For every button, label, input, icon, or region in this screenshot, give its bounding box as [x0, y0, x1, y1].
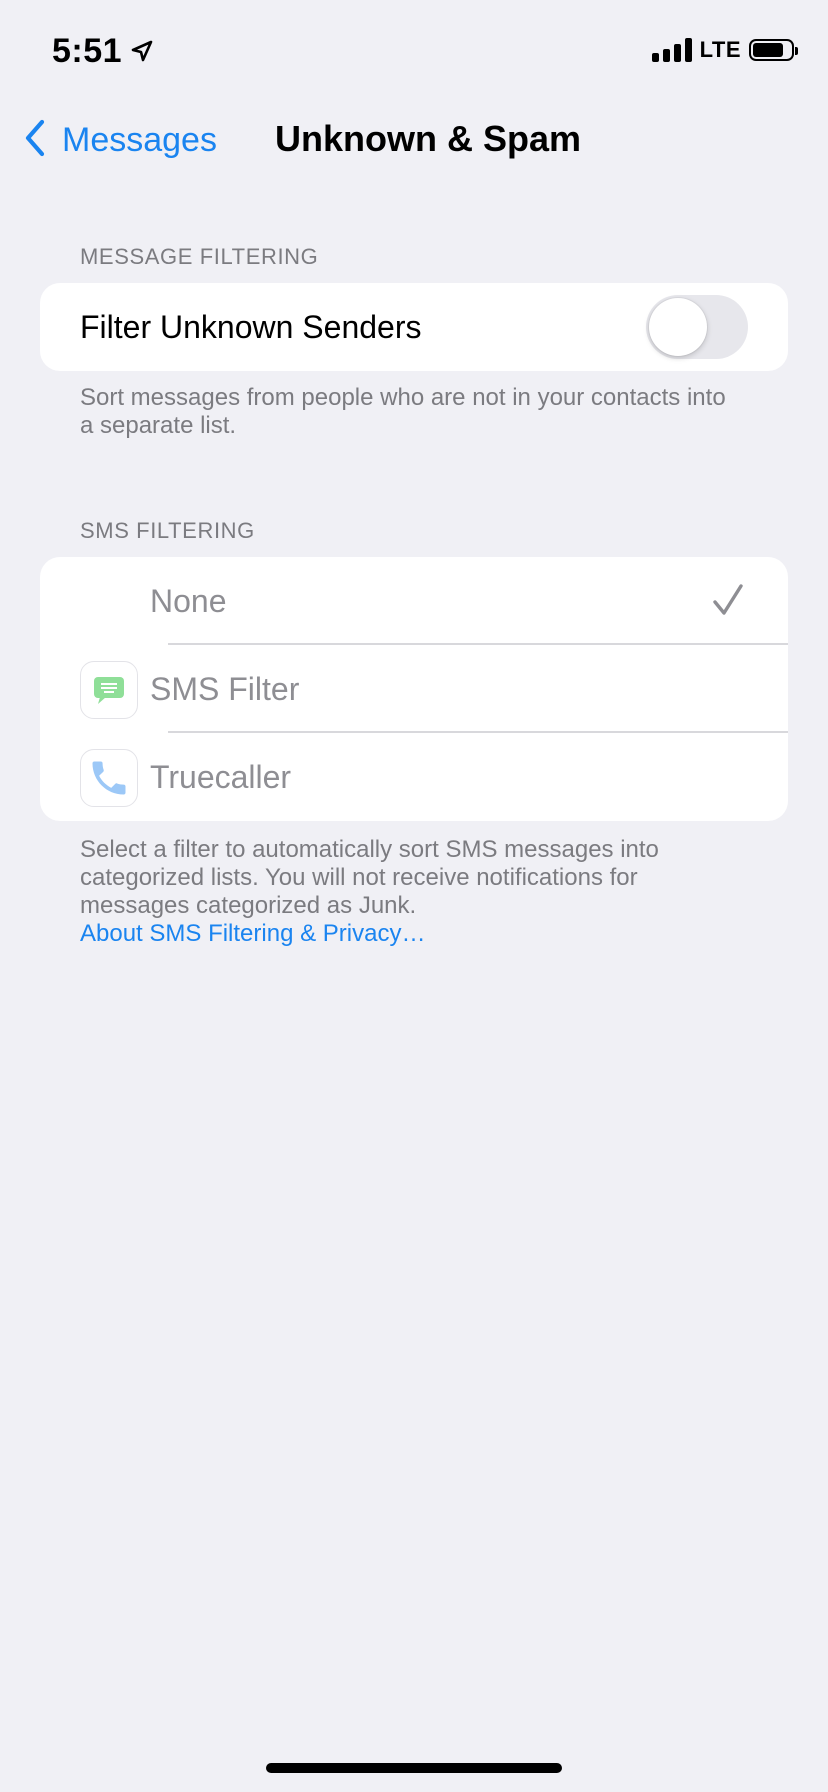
status-time: 5:51 — [52, 31, 123, 70]
toggle-knob — [649, 298, 707, 356]
status-bar: 5:51 LTE — [0, 0, 828, 100]
sms-filtering-footer-text: Select a filter to automatically sort SM… — [80, 836, 659, 919]
sms-option-truecaller[interactable]: Truecaller — [40, 733, 788, 821]
about-sms-filtering-link[interactable]: About SMS Filtering & Privacy… — [80, 920, 740, 948]
checkmark-icon — [712, 582, 744, 618]
filter-unknown-senders-row: Filter Unknown Senders — [40, 283, 788, 371]
message-filtering-header: MESSAGE FILTERING — [80, 244, 319, 269]
sms-filter-app-icon — [80, 661, 138, 719]
filter-unknown-senders-toggle[interactable] — [646, 295, 748, 359]
battery-icon — [749, 39, 798, 61]
battery-level-fill — [753, 43, 783, 57]
page-title: Unknown & Spam — [275, 118, 582, 159]
sms-option-sms-filter[interactable]: SMS Filter — [40, 645, 788, 733]
message-filtering-footer: Sort messages from people who are not in… — [80, 384, 726, 439]
sms-filtering-header: SMS FILTERING — [80, 518, 255, 543]
sms-filtering-footer: Select a filter to automatically sort SM… — [80, 836, 740, 948]
message-filtering-group: Filter Unknown Senders — [40, 283, 788, 371]
location-arrow-icon — [130, 39, 154, 63]
sms-option-none[interactable]: None — [40, 557, 788, 645]
navigation-bar: Messages Unknown & Spam — [0, 100, 828, 180]
status-indicators: LTE — [651, 34, 798, 66]
status-time-group: 5:51 — [52, 29, 154, 73]
sms-option-none-label: None — [150, 582, 227, 619]
sms-filtering-group: None SMS Filter Truecaller — [40, 557, 788, 821]
filter-unknown-senders-label: Filter Unknown Senders — [80, 308, 422, 345]
chevron-left-icon — [24, 119, 46, 162]
home-indicator[interactable] — [266, 1763, 562, 1773]
network-type-label: LTE — [699, 37, 741, 62]
truecaller-app-icon — [80, 749, 138, 807]
sms-option-sms-filter-label: SMS Filter — [150, 670, 300, 707]
back-button[interactable]: Messages — [24, 116, 217, 164]
sms-option-truecaller-label: Truecaller — [150, 758, 292, 795]
cellular-signal-icon — [651, 38, 692, 62]
back-button-label: Messages — [62, 120, 217, 159]
